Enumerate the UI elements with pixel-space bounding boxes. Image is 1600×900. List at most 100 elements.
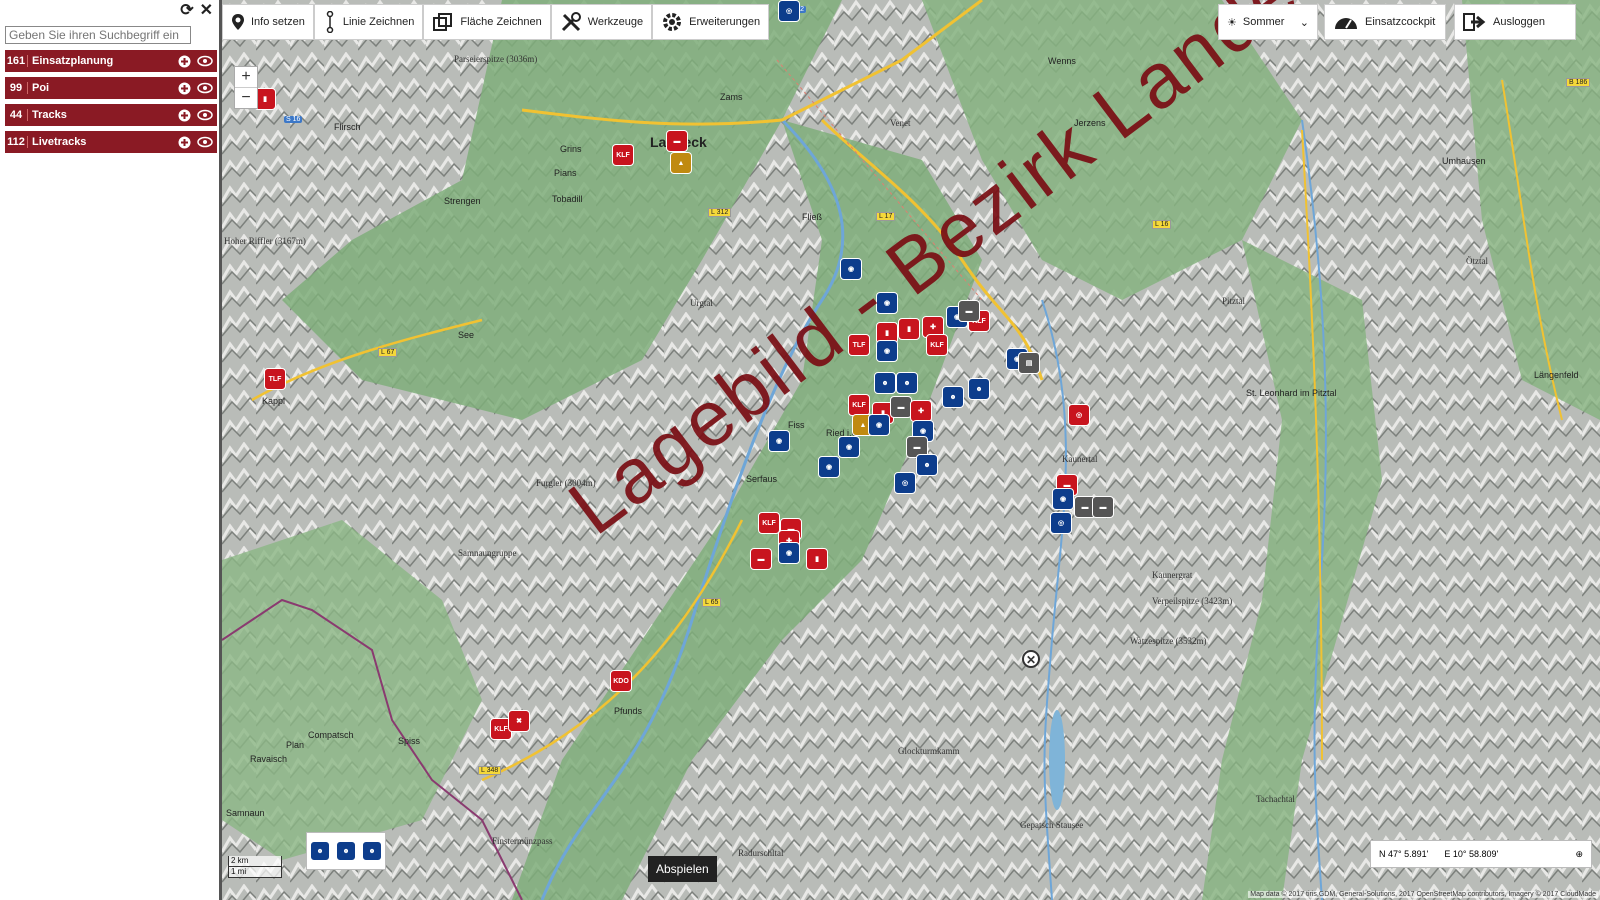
season-value: Sommer [1242, 16, 1285, 28]
zoom-control: + − [234, 66, 258, 109]
marker-fire-truck[interactable]: KLF [926, 334, 948, 356]
scale-bar: 2 km 1 mi [228, 856, 282, 878]
tools-button[interactable]: Werkzeuge [550, 4, 653, 40]
marker-person[interactable]: ✚ [910, 400, 932, 422]
info-button[interactable]: Info setzen [222, 4, 314, 40]
place-label: Ravaisch [250, 754, 288, 764]
road-shield: L 348 [478, 766, 502, 775]
place-label: Plan [286, 740, 305, 750]
layer-name: Livetracks [32, 136, 87, 148]
marker-fire-truck[interactable]: TLF [264, 368, 286, 390]
marker-camera[interactable]: ◉ [868, 414, 890, 436]
marker-incident[interactable]: ▬ [750, 548, 772, 570]
valley-label: Radurschltal [738, 848, 784, 858]
eye-icon[interactable] [196, 133, 214, 151]
marker-person[interactable]: ☻ [968, 378, 990, 400]
road-shield: L 16 [1152, 220, 1172, 229]
place-label: Grins [560, 144, 582, 154]
user-icon[interactable]: ☻ [310, 841, 330, 861]
draw-area-button[interactable]: Fläche Zeichnen [423, 4, 551, 40]
cockpit-label: Einsatzcockpit [1365, 16, 1436, 28]
refresh-icon[interactable]: ⟳ [180, 3, 193, 19]
marker-vehicle[interactable]: ▬ [958, 300, 980, 322]
cockpit-button[interactable]: Einsatzcockpit [1324, 4, 1446, 40]
marker-fire-truck[interactable]: KLF [848, 394, 870, 416]
marker-tools[interactable]: ✖ [508, 710, 530, 732]
marker-target[interactable]: ◎ [1050, 512, 1072, 534]
extensions-label: Erweiterungen [689, 16, 761, 28]
marker-camera[interactable]: ◉ [778, 542, 800, 564]
marker-vehicle[interactable]: ▬ [1092, 496, 1114, 518]
marker-target[interactable]: ◎ [894, 472, 916, 494]
user-icon[interactable]: ☻ [362, 841, 382, 861]
map-pin-icon [232, 14, 244, 30]
place-label: Längenfeld [1534, 370, 1579, 380]
line-icon [326, 11, 334, 33]
coordinate-readout: N 47° 5.891' E 10° 58.809' ⊕ [1370, 840, 1592, 868]
play-button[interactable]: Abspielen [648, 856, 717, 882]
add-icon[interactable] [175, 52, 193, 70]
layer-livetracks[interactable]: 112 Livetracks [5, 131, 217, 153]
add-icon[interactable] [175, 79, 193, 97]
marker-fire-truck[interactable]: KLF [758, 512, 780, 534]
marker-camera[interactable]: ◉ [768, 430, 790, 452]
eye-icon[interactable] [196, 79, 214, 97]
marker-fire-truck[interactable]: KLF [612, 144, 634, 166]
marker-group[interactable]: ▲ [670, 152, 692, 174]
track-legend: ☻ ☻ ☻ [306, 832, 386, 870]
add-icon[interactable] [175, 106, 193, 124]
marker-person[interactable]: ☻ [942, 386, 964, 408]
close-icon[interactable]: ✕ [200, 3, 213, 19]
layer-poi[interactable]: 99 Poi [5, 77, 217, 99]
gear-icon [663, 13, 682, 31]
eye-icon[interactable] [196, 106, 214, 124]
place-label: Tobadill [552, 194, 583, 204]
marker-fire-truck[interactable]: ▬ [666, 130, 688, 152]
marker-camera[interactable]: ◉ [838, 436, 860, 458]
marker-target[interactable]: ◎ [1068, 404, 1090, 426]
draw-line-button[interactable]: Linie Zeichnen [313, 4, 424, 40]
marker-incident[interactable]: ▮ [806, 548, 828, 570]
zoom-out-button[interactable]: − [235, 87, 257, 108]
valley-label: Kaunertal [1062, 454, 1098, 464]
marker-vehicle[interactable]: ▬ [890, 396, 912, 418]
road-shield: B 186 [1566, 78, 1591, 87]
lake-label: Gepatsch Stausee [1020, 820, 1084, 830]
close-icon[interactable]: ✕ [1022, 650, 1040, 668]
ridge-label: Glockturmkamm [898, 746, 960, 756]
place-label: Serfaus [746, 474, 778, 484]
add-icon[interactable] [175, 133, 193, 151]
marker-camera[interactable]: ◉ [818, 456, 840, 478]
pass-label: Finstermünzpass [492, 836, 553, 846]
season-select[interactable]: ☀ Sommer ⌄ [1218, 4, 1318, 40]
layer-tracks[interactable]: 44 Tracks [5, 104, 217, 126]
marker-person[interactable]: ☻ [896, 372, 918, 394]
layer-einsatzplanung[interactable]: 161 Einsatzplanung [5, 50, 217, 72]
place-label: Pfunds [614, 706, 643, 716]
marker-barrier[interactable]: ▤ [1018, 352, 1040, 374]
draw-line-label: Linie Zeichnen [342, 16, 415, 28]
sidebar: ⟳ ✕ 161 Einsatzplanung 99 Poi 44 Tracks … [0, 0, 222, 900]
logout-button[interactable]: Ausloggen [1454, 4, 1576, 40]
eye-icon[interactable] [196, 52, 214, 70]
place-label: Strengen [444, 196, 481, 206]
map-attribution: Map data © 2017 tiris,GDM, General-Solut… [1248, 891, 1598, 898]
marker-camera[interactable]: ◉ [1052, 488, 1074, 510]
logout-icon [1463, 13, 1486, 31]
map-canvas[interactable]: Landeck Zams Grins Flirsch Strengen Toba… [222, 0, 1600, 900]
marker-target[interactable]: ◎ [778, 0, 800, 22]
place-label: St. Leonhard im Pitztal [1246, 388, 1337, 398]
extensions-button[interactable]: Erweiterungen [652, 4, 770, 40]
search-input[interactable] [5, 26, 191, 44]
longitude: E 10° 58.809' [1444, 849, 1499, 859]
marker-fire-truck[interactable]: KDO [610, 670, 632, 692]
zoom-in-button[interactable]: + [235, 67, 257, 87]
draw-area-label: Fläche Zeichnen [460, 16, 542, 28]
sidebar-tools: ⟳ ✕ [180, 3, 213, 19]
marker-person[interactable]: ☻ [874, 372, 896, 394]
place-label: Compatsch [308, 730, 354, 740]
user-icon[interactable]: ☻ [336, 841, 356, 861]
compass-icon[interactable]: ⊕ [1575, 849, 1583, 860]
marker-person[interactable]: ☻ [916, 454, 938, 476]
dashboard-icon [1335, 18, 1357, 29]
